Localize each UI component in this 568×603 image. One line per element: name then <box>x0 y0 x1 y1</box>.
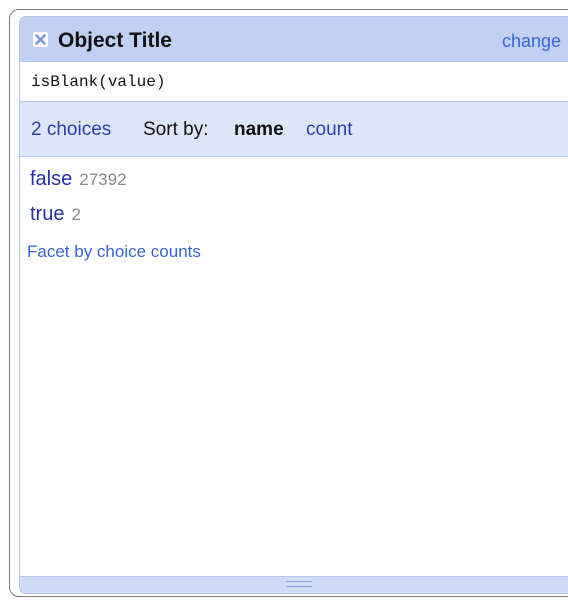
resize-bar[interactable] <box>20 576 568 593</box>
sort-by-label: Sort by: <box>143 119 209 140</box>
facet-header: Object Title change <box>20 17 568 62</box>
expression-row: isBlank(value) <box>20 62 568 102</box>
sort-by-name: name <box>234 119 284 140</box>
facet-controls: 2 choices Sort by: name count <box>20 102 568 157</box>
change-link[interactable]: change <box>502 30 561 52</box>
facet-expression: isBlank(value) <box>31 73 166 91</box>
choice-label[interactable]: true <box>30 203 64 225</box>
facet-title: Object Title <box>58 29 172 52</box>
facet-by-choice-counts-link[interactable]: Facet by choice counts <box>27 241 201 263</box>
close-icon[interactable] <box>33 32 48 47</box>
choice-item-true[interactable]: true 2 <box>30 201 81 227</box>
choices-count[interactable]: 2 choices <box>31 119 111 141</box>
choice-count: 2 <box>71 205 81 224</box>
sort-by-count-link[interactable]: count <box>306 119 352 141</box>
choice-item-false[interactable]: false 27392 <box>30 166 127 192</box>
choice-label[interactable]: false <box>30 168 72 190</box>
resize-handle-icon[interactable] <box>286 581 312 587</box>
choice-count: 27392 <box>79 170 127 189</box>
facet-panel: Object Title change isBlank(value) 2 cho… <box>19 16 568 594</box>
